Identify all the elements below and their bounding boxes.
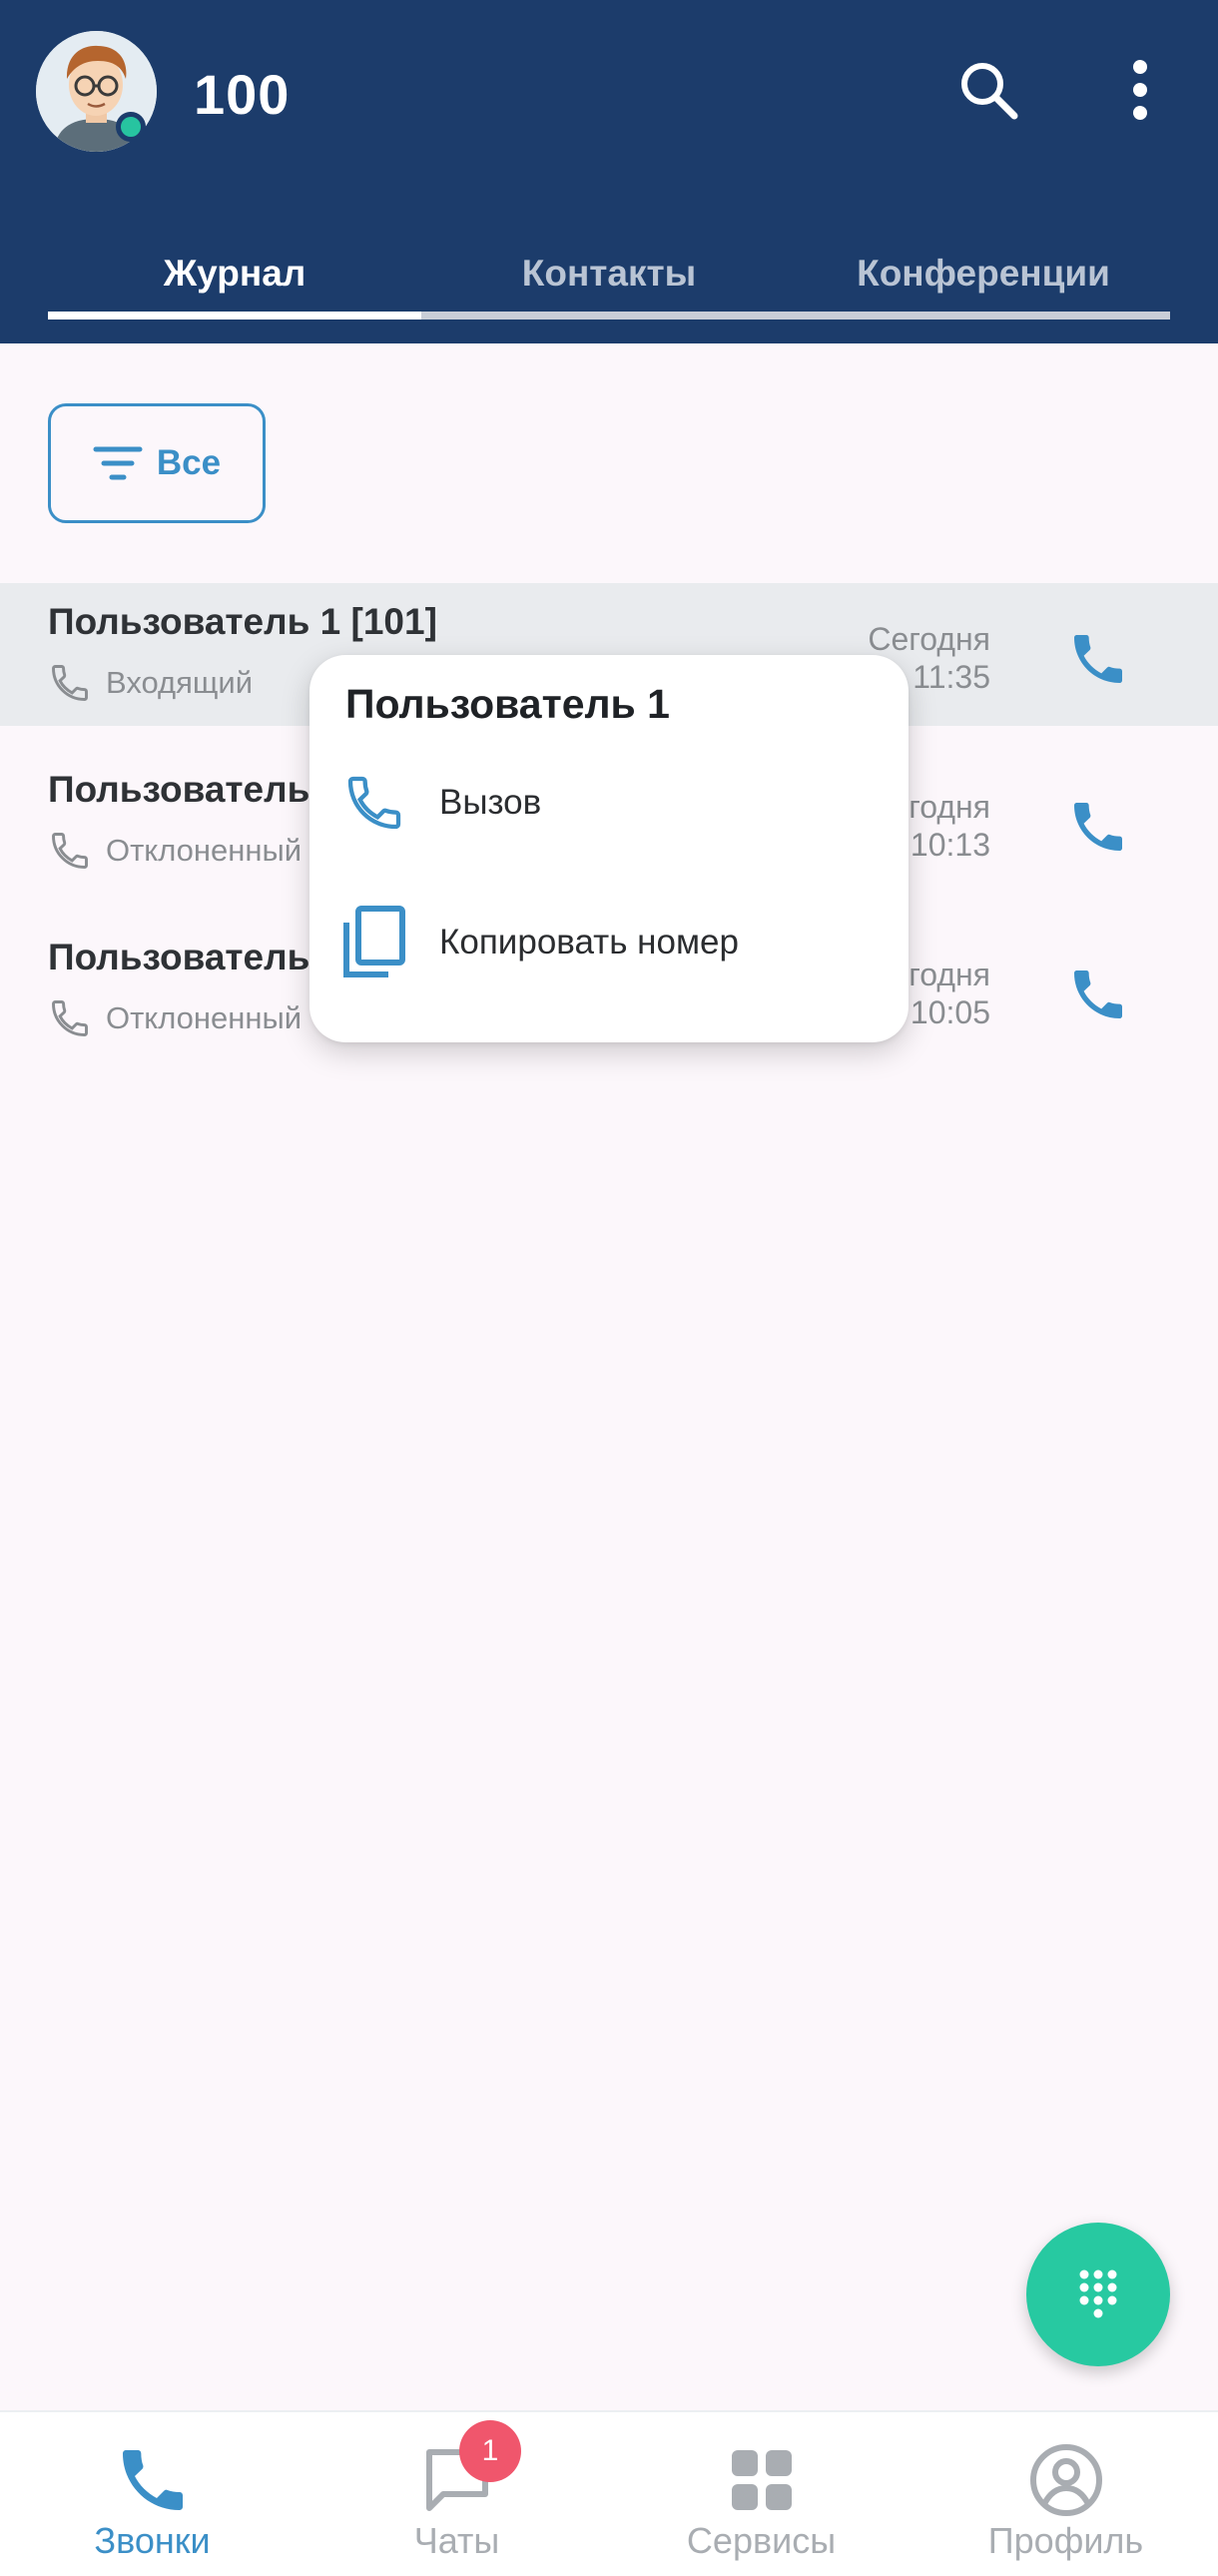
- grid-icon: [731, 2450, 792, 2510]
- nav-label: Чаты: [413, 2520, 500, 2561]
- phone-icon: [1074, 803, 1122, 851]
- profile-icon: [1029, 2444, 1102, 2516]
- menu-item-call[interactable]: Вызов: [309, 743, 909, 863]
- phone-outline-icon: [52, 665, 88, 701]
- copy-icon: [343, 906, 405, 977]
- call-details: Отклоненный: [48, 996, 302, 1040]
- menu-item-copy-number[interactable]: Копировать номер: [309, 883, 909, 1002]
- phone-icon: [1074, 635, 1122, 683]
- bottom-navigation: Звонки Чаты 1 Сервисы Профиль: [0, 2410, 1218, 2576]
- nav-label: Профиль: [987, 2520, 1144, 2561]
- caller-name: Пользователь 1 [101]: [48, 601, 437, 642]
- online-status-indicator: [116, 112, 146, 142]
- tab-indicator: [48, 312, 421, 320]
- call-time: 10:05: [910, 994, 990, 1030]
- filter-label: Все: [156, 443, 222, 482]
- call-time: 11:35: [913, 659, 990, 695]
- tab-bar: Журнал Контакты Конференции: [48, 236, 1170, 320]
- menu-item-label: Копировать номер: [439, 923, 739, 962]
- nav-item-services[interactable]: Сервисы: [609, 2412, 914, 2576]
- account-number: 100: [194, 63, 291, 126]
- call-date: Сегодня: [868, 621, 990, 657]
- search-icon: [961, 63, 1018, 120]
- nav-label: Сервисы: [686, 2520, 837, 2561]
- phone-outline-icon: [52, 1000, 88, 1036]
- app-bar: 100 Журнал Контакты Конференции: [0, 0, 1218, 343]
- filter-icon: [93, 446, 143, 480]
- nav-item-profile[interactable]: Профиль: [914, 2412, 1218, 2576]
- nav-item-calls[interactable]: Звонки: [0, 2412, 304, 2576]
- more-options-button[interactable]: [1100, 50, 1180, 130]
- tab-conferences[interactable]: Конференции: [797, 236, 1170, 312]
- nav-label: Звонки: [94, 2520, 211, 2561]
- call-time: 10:13: [910, 827, 990, 863]
- context-menu: Пользователь 1 Вызов Копировать номер: [309, 655, 909, 1042]
- nav-item-chats[interactable]: Чаты: [304, 2412, 609, 2576]
- call-type: Отклоненный: [106, 833, 303, 868]
- tab-journal[interactable]: Журнал: [48, 236, 421, 312]
- call-details: Отклоненный: [48, 829, 302, 873]
- caller-name: Пользователь: [48, 769, 310, 810]
- filter-button[interactable]: Все: [48, 403, 266, 523]
- phone-icon: [122, 2450, 183, 2510]
- call-details: Входящий: [48, 661, 253, 705]
- menu-item-label: Вызов: [439, 783, 542, 822]
- call-type: Отклоненный: [106, 1000, 303, 1035]
- phone-icon: [1074, 970, 1122, 1018]
- call-back-button[interactable]: [1058, 619, 1138, 699]
- unread-badge: 1: [459, 2420, 521, 2482]
- call-back-button[interactable]: [1058, 787, 1138, 867]
- call-back-button[interactable]: [1058, 955, 1138, 1034]
- phone-outline-icon: [52, 833, 88, 869]
- dialpad-icon: [1079, 2269, 1117, 2318]
- dialpad-button[interactable]: [1026, 2223, 1170, 2366]
- tab-contacts[interactable]: Контакты: [422, 236, 796, 312]
- more-vert-icon: [1133, 60, 1147, 120]
- search-button[interactable]: [948, 50, 1028, 130]
- context-menu-title: Пользователь 1: [345, 681, 670, 727]
- caller-name: Пользователь: [48, 937, 310, 977]
- call-type: Входящий: [106, 665, 254, 700]
- phone-icon: [347, 776, 401, 830]
